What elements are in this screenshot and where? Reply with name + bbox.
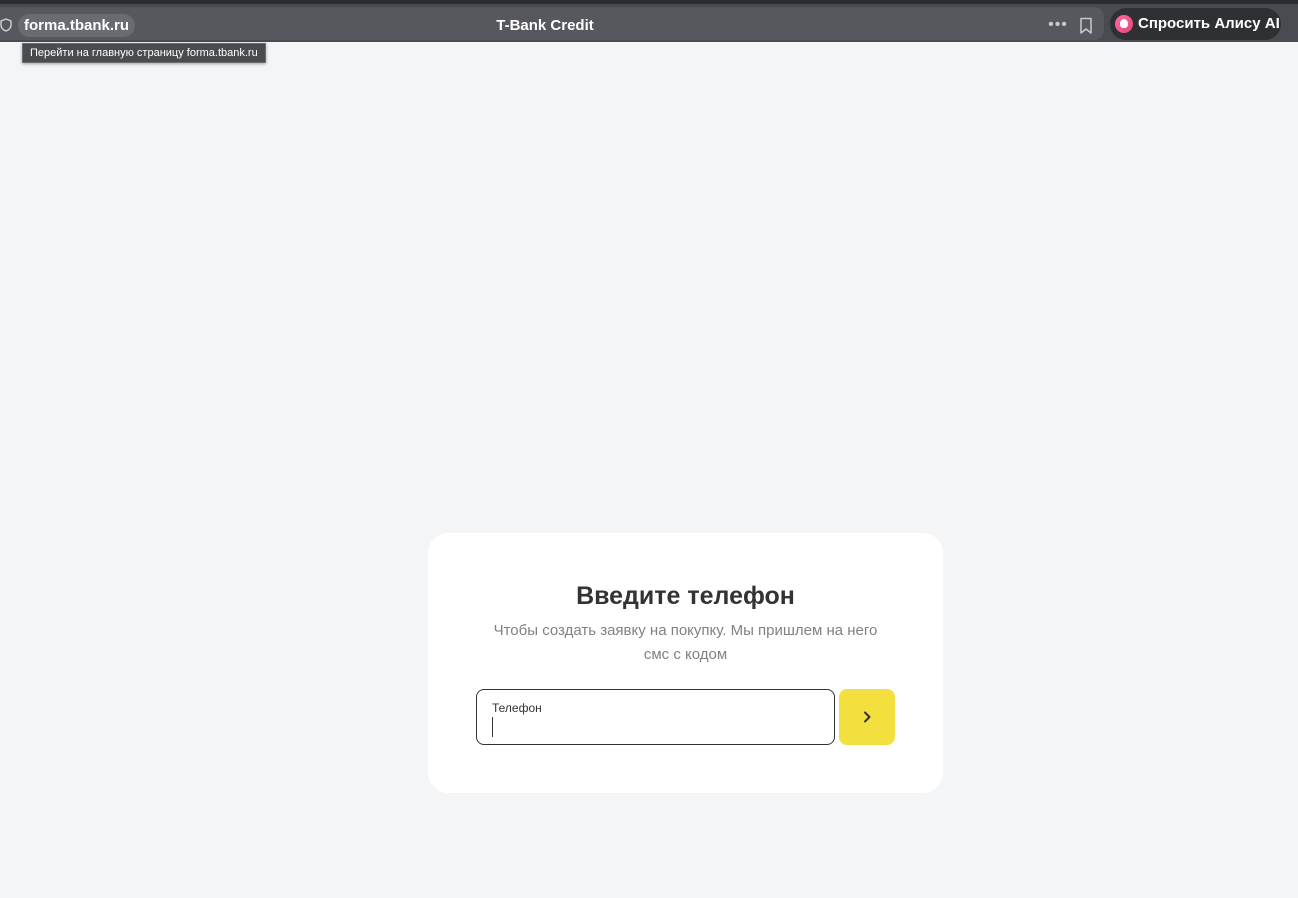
submit-button[interactable] bbox=[839, 689, 895, 745]
form-subtitle-line-1: Чтобы создать заявку на покупку. Мы приш… bbox=[493, 622, 878, 639]
ask-alice-button[interactable]: Спросить Алису AI bbox=[1110, 8, 1281, 40]
phone-field[interactable]: Телефон bbox=[476, 689, 835, 745]
more-dots-icon[interactable]: ••• bbox=[1046, 17, 1070, 33]
form-subtitle: Чтобы создать заявку на покупку. Мы приш… bbox=[478, 619, 893, 667]
shield-icon[interactable] bbox=[0, 18, 12, 32]
phone-input[interactable] bbox=[491, 716, 811, 736]
url-tooltip: Перейти на главную страницу forma.tbank.… bbox=[22, 43, 266, 63]
browser-toolbar: forma.tbank.ru T-Bank Credit ••• Спросит… bbox=[0, 0, 1298, 42]
address-bar: forma.tbank.ru T-Bank Credit ••• bbox=[0, 7, 1104, 40]
alice-logo-icon bbox=[1115, 15, 1133, 33]
form-subtitle-line-2: смс с кодом bbox=[643, 646, 728, 663]
ask-alice-label: Спросить Алису AI bbox=[1138, 15, 1280, 32]
chevron-right-icon bbox=[864, 711, 871, 723]
text-caret bbox=[492, 717, 493, 737]
phone-field-label: Телефон bbox=[492, 701, 542, 715]
url-field[interactable]: forma.tbank.ru bbox=[18, 14, 136, 37]
phone-form-card: Введите телефон Чтобы создать заявку на … bbox=[428, 533, 943, 793]
bookmark-icon[interactable] bbox=[1078, 17, 1094, 35]
page-title: T-Bank Credit bbox=[496, 17, 594, 34]
form-title: Введите телефон bbox=[576, 582, 795, 610]
